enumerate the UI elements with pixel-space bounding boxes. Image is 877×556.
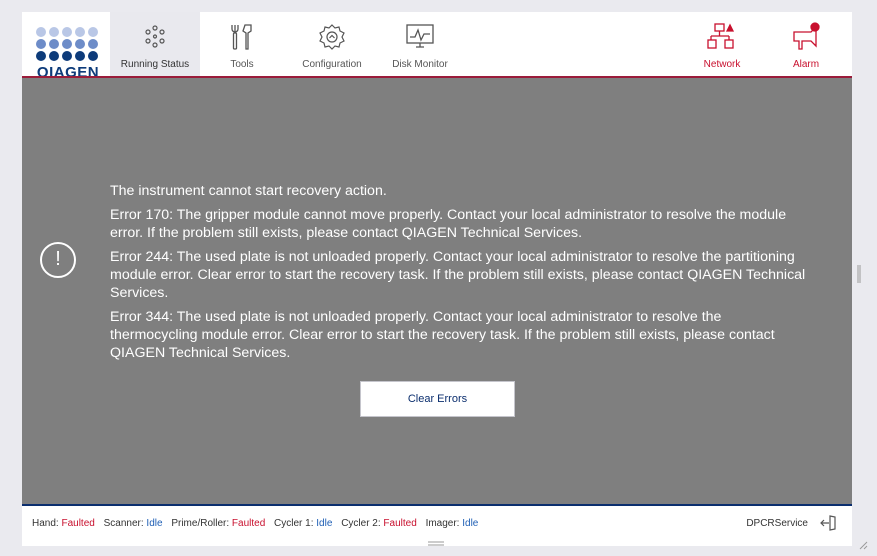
- status-imager: Imager: Idle: [425, 518, 479, 529]
- logo-dots: [36, 27, 98, 65]
- error-overlay: ! The instrument cannot start recovery a…: [22, 78, 852, 504]
- nav-tools-label: Tools: [230, 59, 254, 70]
- module-status-list: Hand: Faulted Scanner: Idle Prime/Roller…: [32, 518, 484, 529]
- window-resize-corner[interactable]: [858, 537, 868, 550]
- nav-running-status[interactable]: Running Status: [110, 12, 200, 76]
- network-icon: [706, 21, 738, 53]
- status-cycler-1: Cycler 1: Idle: [274, 518, 333, 529]
- nav-tools[interactable]: Tools: [210, 12, 274, 76]
- alert-icon: !: [40, 242, 76, 278]
- error-344-message: Error 344: The used plate is not unloade…: [110, 309, 775, 361]
- error-message-block: The instrument cannot start recovery act…: [110, 182, 810, 368]
- nav-disk-monitor[interactable]: Disk Monitor: [380, 12, 460, 76]
- nav-configuration-label: Configuration: [302, 59, 362, 70]
- nav-running-status-label: Running Status: [120, 59, 190, 70]
- disk-monitor-icon: [404, 21, 436, 53]
- configuration-icon: [316, 21, 348, 53]
- alarm-icon: [790, 21, 822, 53]
- nav-disk-monitor-label: Disk Monitor: [392, 59, 448, 70]
- clear-errors-button[interactable]: Clear Errors: [360, 381, 515, 417]
- side-resize-handle[interactable]: [857, 265, 861, 283]
- running-status-icon: [139, 21, 171, 53]
- qiagen-logo: QIAGEN: [28, 22, 108, 81]
- logout-icon[interactable]: [820, 514, 838, 532]
- current-user: DPCRService: [746, 518, 808, 529]
- top-navigation: QIAGEN Running Status Tools Configuratio…: [22, 12, 852, 81]
- status-cycler-2: Cycler 2: Faulted: [341, 518, 417, 529]
- status-scanner: Scanner: Idle: [103, 518, 163, 529]
- status-prime-roller: Prime/Roller: Faulted: [171, 518, 266, 529]
- nav-alarm[interactable]: Alarm: [774, 12, 838, 76]
- tools-icon: [226, 21, 258, 53]
- error-170-message: Error 170: The gripper module cannot mov…: [110, 207, 787, 241]
- status-bar: Hand: Faulted Scanner: Idle Prime/Roller…: [22, 504, 852, 546]
- nav-network-label: Network: [703, 59, 741, 70]
- error-244-message: Error 244: The used plate is not unloade…: [110, 249, 806, 301]
- recovery-message: The instrument cannot start recovery act…: [110, 183, 387, 199]
- nav-alarm-label: Alarm: [792, 59, 820, 70]
- panel-grip-handle[interactable]: [428, 534, 444, 546]
- status-hand: Hand: Faulted: [32, 518, 95, 529]
- nav-network[interactable]: Network: [690, 12, 754, 76]
- app-window: QIAGEN Running Status Tools Configuratio…: [22, 12, 852, 546]
- nav-configuration[interactable]: Configuration: [290, 12, 374, 76]
